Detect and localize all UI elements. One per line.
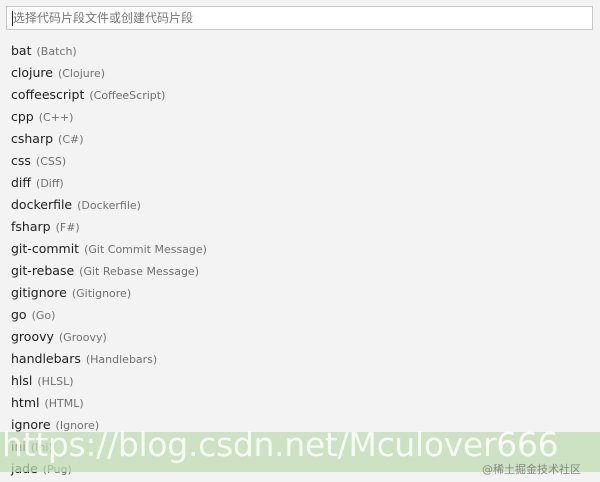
- snippet-item-ignore[interactable]: ignore (Ignore): [0, 413, 600, 435]
- snippet-label: csharp: [11, 131, 54, 146]
- snippet-language-description: (Git Rebase Message): [79, 265, 199, 278]
- snippet-item-git-commit[interactable]: git-commit (Git Commit Message): [0, 237, 600, 259]
- snippet-label: handlebars: [11, 351, 81, 366]
- snippet-language-description: (CSS): [35, 155, 67, 168]
- snippet-language-description: (C#): [58, 133, 84, 146]
- snippet-label: bat: [11, 43, 32, 58]
- snippet-language-description: (Pug): [42, 463, 72, 476]
- snippet-label: git-commit: [11, 241, 80, 256]
- snippet-item-ini[interactable]: ini (Ini): [0, 435, 600, 457]
- snippet-item-bat[interactable]: bat (Batch): [0, 39, 600, 61]
- snippet-item-cpp[interactable]: cpp (C++): [0, 105, 600, 127]
- snippet-quick-pick: bat (Batch) clojure (Clojure) coffeescript (C…: [0, 0, 600, 482]
- snippet-label: coffeescript: [11, 87, 85, 102]
- snippet-label: ignore: [11, 417, 51, 432]
- snippet-language-description: (F#): [55, 221, 80, 234]
- snippet-language-description: (Clojure): [57, 67, 106, 80]
- snippet-label: gitignore: [11, 285, 67, 300]
- snippet-item-clojure[interactable]: clojure (Clojure): [0, 61, 600, 83]
- snippet-item-gitignore[interactable]: gitignore (Gitignore): [0, 281, 600, 303]
- snippet-item-handlebars[interactable]: handlebars (Handlebars): [0, 347, 600, 369]
- snippet-label: jade: [11, 461, 38, 476]
- snippet-item-git-rebase[interactable]: git-rebase (Git Rebase Message): [0, 259, 600, 281]
- snippet-language-description: (HTML): [44, 397, 84, 410]
- snippet-label: ini: [11, 439, 26, 454]
- snippet-item-go[interactable]: go (Go): [0, 303, 600, 325]
- snippet-language-description: (Go): [31, 309, 56, 322]
- snippet-label: diff: [11, 175, 32, 190]
- snippet-item-diff[interactable]: diff (Diff): [0, 171, 600, 193]
- snippet-language-description: (Handlebars): [85, 353, 158, 366]
- snippet-item-csharp[interactable]: csharp (C#): [0, 127, 600, 149]
- snippet-label: go: [11, 307, 27, 322]
- snippet-item-html[interactable]: html (HTML): [0, 391, 600, 413]
- snippet-item-fsharp[interactable]: fsharp (F#): [0, 215, 600, 237]
- snippet-item-hlsl[interactable]: hlsl (HLSL): [0, 369, 600, 391]
- snippet-item-jade[interactable]: jade (Pug): [0, 457, 600, 479]
- snippet-language-description: (HLSL): [37, 375, 74, 388]
- snippet-language-description: (Diff): [36, 177, 64, 190]
- search-input[interactable]: [7, 7, 592, 29]
- snippet-language-description: (Groovy): [58, 331, 107, 344]
- snippet-item-dockerfile[interactable]: dockerfile (Dockerfile): [0, 193, 600, 215]
- snippet-item-groovy[interactable]: groovy (Groovy): [0, 325, 600, 347]
- snippet-list: bat (Batch) clojure (Clojure) coffeescript (C…: [0, 39, 600, 479]
- snippet-label: fsharp: [11, 219, 51, 234]
- snippet-label: hlsl: [11, 373, 33, 388]
- search-box[interactable]: [6, 6, 593, 30]
- snippet-label: cpp: [11, 109, 34, 124]
- snippet-language-description: (Batch): [36, 45, 77, 58]
- snippet-language-description: (CoffeeScript): [89, 89, 166, 102]
- snippet-item-coffeescript[interactable]: coffeescript (CoffeeScript): [0, 83, 600, 105]
- snippet-language-description: (Dockerfile): [77, 199, 141, 212]
- snippet-label: git-rebase: [11, 263, 75, 278]
- snippet-language-description: (Ignore): [55, 419, 100, 432]
- snippet-item-css[interactable]: css (CSS): [0, 149, 600, 171]
- snippet-label: groovy: [11, 329, 54, 344]
- text-cursor: [12, 11, 13, 26]
- snippet-label: html: [11, 395, 40, 410]
- snippet-language-description: (Ini): [30, 441, 53, 454]
- snippet-language-description: (Gitignore): [71, 287, 132, 300]
- snippet-label: css: [11, 153, 31, 168]
- snippet-language-description: (Git Commit Message): [84, 243, 207, 256]
- snippet-label: clojure: [11, 65, 53, 80]
- snippet-label: dockerfile: [11, 197, 73, 212]
- snippet-language-description: (C++): [38, 111, 74, 124]
